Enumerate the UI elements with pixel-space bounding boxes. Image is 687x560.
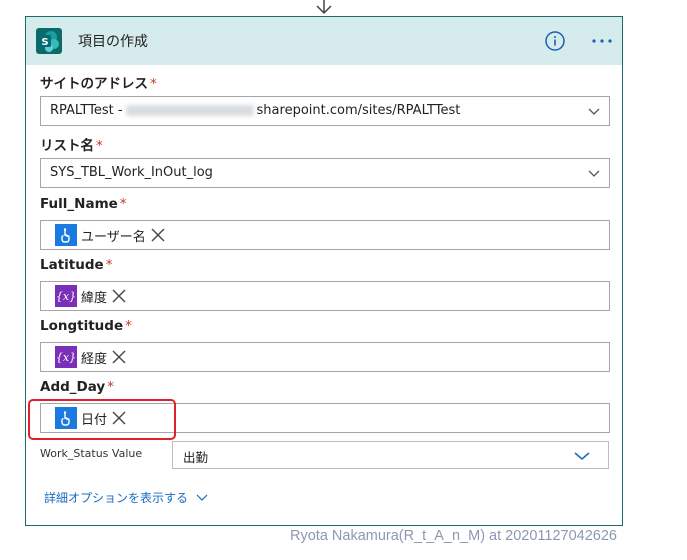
work-status-value: 出勤 [183,450,209,465]
info-icon[interactable] [545,31,565,51]
list-name-dropdown[interactable]: SYS_TBL_Work_InOut_log [40,158,610,188]
dynamic-content-token[interactable]: {x} 緯度 [55,285,127,307]
work-status-label: Work_Status Value [40,447,143,460]
watermark: Ryota Nakamura(R_t_A_n_M) at 20201127042… [290,528,617,544]
work-status-dropdown[interactable]: 出勤 [172,441,609,469]
add-day-label: Add_Day * [40,379,114,395]
site-address-dropdown[interactable]: RPALTTest - sharepoint.com/sites/RPALTTes… [40,96,610,126]
close-icon[interactable] [111,349,127,365]
chevron-down-icon [588,170,600,177]
variable-icon: {x} [55,285,77,307]
full-name-label: Full_Name * [40,196,127,212]
chevron-down-icon [588,108,600,115]
latitude-field[interactable]: {x} 緯度 [40,281,610,311]
show-advanced-options-link[interactable]: 詳細オプションを表示する [44,489,208,506]
dynamic-content-token[interactable]: {x} 経度 [55,346,127,368]
list-name-value: SYS_TBL_Work_InOut_log [50,165,213,180]
manual-trigger-icon [55,224,77,246]
svg-text:S: S [41,37,48,48]
chevron-down-icon [574,452,590,461]
card-title: 項目の作成 [78,34,148,50]
create-item-card: S 項目の作成 サイトのアドレス * RPALTTest - sharepoint.… [25,16,623,526]
token-label: 経度 [81,351,108,367]
longitude-label: Longtitude * [40,318,132,334]
card-header[interactable]: S 項目の作成 [26,17,622,65]
close-icon[interactable] [111,288,127,304]
more-options-icon[interactable] [591,31,613,51]
red-highlight-box [28,399,176,440]
token-label: ユーザー名 [81,229,146,245]
close-icon[interactable] [150,227,166,243]
chevron-down-icon [196,494,208,501]
full-name-field[interactable]: ユーザー名 [40,220,610,250]
dynamic-content-token[interactable]: ユーザー名 [55,224,166,246]
variable-icon: {x} [55,346,77,368]
latitude-label: Latitude * [40,257,113,273]
site-address-label: サイトのアドレス * [40,76,157,92]
token-label: 緯度 [81,290,108,306]
flow-arrow-icon [316,0,332,15]
list-name-label: リスト名 * [40,138,103,154]
advanced-options-label: 詳細オプションを表示する [44,491,189,505]
site-address-value: RPALTTest - sharepoint.com/sites/RPALTTes… [50,103,461,118]
sharepoint-icon: S [36,28,62,54]
longitude-field[interactable]: {x} 経度 [40,342,610,372]
